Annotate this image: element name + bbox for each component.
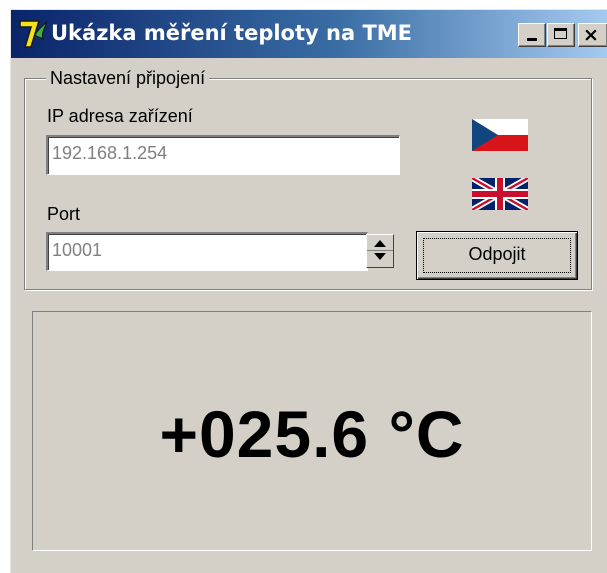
- title-bar[interactable]: Ukázka měření teploty na TME ×: [11, 10, 607, 58]
- temperature-display: +025.6 °C: [32, 311, 592, 551]
- disconnect-button-label: Odpojit: [468, 244, 526, 264]
- port-label: Port: [47, 204, 81, 224]
- disconnect-button[interactable]: Odpojit: [416, 231, 578, 280]
- port-field[interactable]: 10001: [46, 232, 368, 271]
- uk-flag-icon[interactable]: [472, 178, 528, 210]
- temperature-value: +025.6 °C: [159, 397, 465, 471]
- spinner-divider: [367, 250, 393, 251]
- minimize-icon: [527, 38, 537, 41]
- window-title: Ukázka měření teploty na TME: [51, 21, 413, 45]
- maximize-icon: [554, 28, 567, 39]
- group-title: Nastavení připojení: [46, 68, 210, 89]
- maximize-button[interactable]: [547, 23, 575, 47]
- port-spinner[interactable]: [366, 234, 394, 268]
- ip-address-label: IP adresa zařízení: [47, 106, 193, 126]
- close-button[interactable]: ×: [578, 23, 607, 47]
- spin-down-icon[interactable]: [374, 253, 386, 260]
- minimize-button[interactable]: [518, 23, 546, 47]
- app-logo-icon: [19, 20, 48, 48]
- close-icon: ×: [583, 24, 599, 46]
- czech-flag-icon[interactable]: [472, 119, 528, 151]
- spin-up-icon[interactable]: [374, 240, 386, 247]
- ip-address-field[interactable]: 192.168.1.254: [46, 135, 400, 175]
